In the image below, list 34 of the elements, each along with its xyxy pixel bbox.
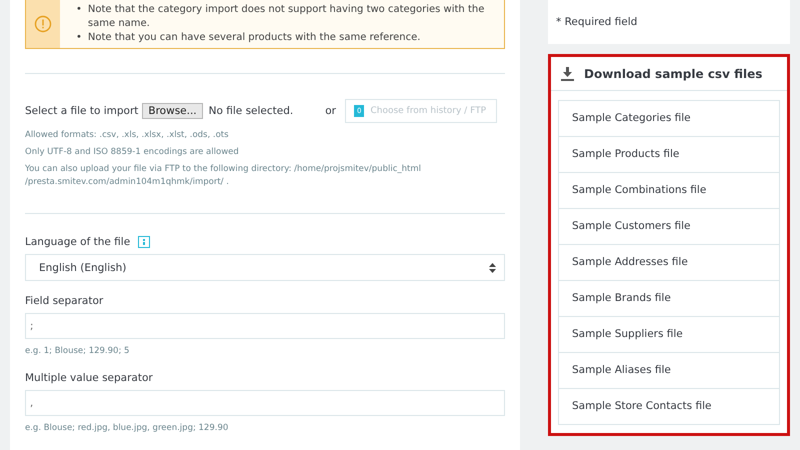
help-text: e.g. Blouse; red.jpg, blue.jpg, green.jpg; 129.90 [25, 422, 230, 435]
sample-file-link[interactable]: Sample Customers file [559, 208, 779, 244]
or-label: or [325, 105, 336, 117]
bullet: • [76, 3, 82, 17]
sort-icon [489, 262, 496, 272]
sample-file-link[interactable]: Sample Products file [559, 136, 779, 172]
input-field[interactable]: ; [25, 313, 505, 339]
alert-message: Note that the category import does not support having two categories with the same name. [88, 3, 486, 31]
help-text: Allowed formats: .csv, .xls, .xlsx, .xlst, .ods, .ots [25, 129, 230, 142]
alert-message: Note that you can have several products with the same reference. [88, 31, 422, 45]
sample-file-link[interactable]: Sample Aliases file [559, 352, 779, 388]
bullet: • [76, 31, 82, 45]
sample-file-link[interactable]: Sample Brands file [559, 280, 779, 316]
sample-file-link[interactable]: Sample Combinations file [559, 172, 779, 208]
field-label: Language of the file [25, 236, 130, 248]
required-note: * Required field [556, 16, 638, 28]
field-label: Multiple value separator [25, 372, 153, 384]
sample-file-link[interactable]: Sample Store Contacts file [559, 388, 779, 424]
sample-file-link[interactable]: Sample Addresses file [559, 244, 779, 280]
help-text: Only UTF-8 and ISO 8859-1 encodings are allowed [25, 146, 240, 159]
browse-button[interactable]: Browse... [142, 103, 203, 119]
language-select[interactable]: English (English) [25, 254, 505, 281]
input-field[interactable]: , [25, 390, 505, 416]
sample-file-link[interactable]: Sample Categories file [559, 101, 779, 136]
sample-file-link[interactable]: Sample Suppliers file [559, 316, 779, 352]
field-label: Field separator [25, 295, 104, 307]
panel-title: Download sample csv files [584, 66, 762, 80]
file-label: Select a file to import [25, 105, 138, 117]
file-status: No file selected. [208, 105, 294, 117]
help-icon[interactable] [138, 236, 150, 248]
download-icon [561, 66, 574, 80]
warning-icon [34, 15, 52, 33]
help-text: e.g. 1; Blouse; 129.90; 5 [25, 345, 130, 358]
help-text: You can also upload your file via FTP to the following directory: /home/projsmitev/public_html /presta.smitev.com/admin104m1qhmk/import/ . [25, 163, 422, 189]
